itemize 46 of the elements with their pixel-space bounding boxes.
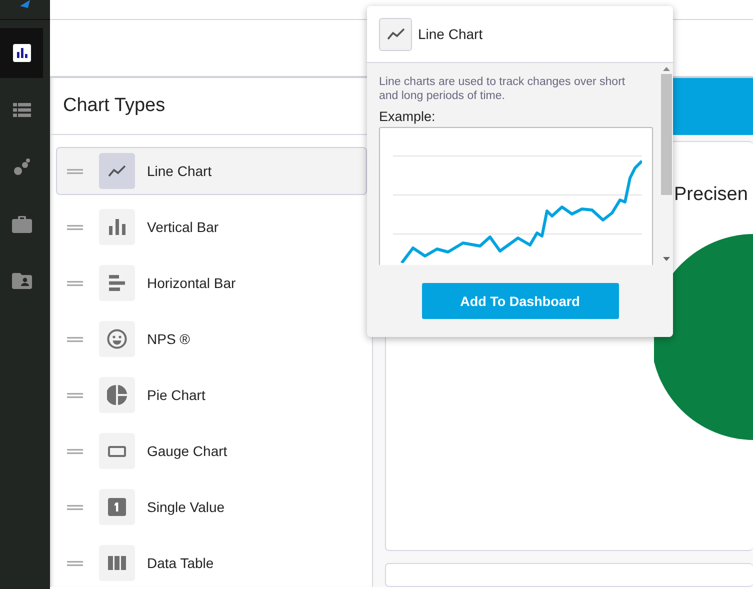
chart-type-item[interactable]: Vertical Bar — [56, 203, 367, 251]
chart-type-item[interactable]: NPS ® — [56, 315, 367, 363]
folder-person-icon — [12, 273, 32, 289]
line-chart-icon — [386, 28, 404, 40]
popover-title: Line Chart — [418, 26, 483, 42]
example-label: Example: — [379, 109, 436, 124]
smiley-icon — [107, 329, 127, 349]
scatter-icon — [12, 158, 30, 176]
chart-type-label: NPS ® — [147, 331, 190, 347]
chart-type-label: Single Value — [147, 499, 225, 515]
drag-handle-icon — [67, 280, 83, 286]
drag-handle-icon — [67, 560, 83, 566]
drag-handle-icon — [67, 168, 83, 174]
number-one-icon — [108, 498, 126, 516]
horizontal-bar-icon — [109, 275, 125, 291]
chart-description: Line charts are used to track changes over short and long periods of time. — [379, 75, 626, 103]
chart-type-label: Horizontal Bar — [147, 275, 236, 291]
briefcase-icon — [12, 215, 32, 233]
chart-type-label: Vertical Bar — [147, 219, 219, 235]
list-icon — [12, 103, 30, 117]
chart-type-label: Line Chart — [147, 163, 212, 179]
sidebar-item[interactable] — [0, 28, 43, 78]
drag-handle-icon — [67, 504, 83, 510]
scroll-down-arrow-icon[interactable] — [662, 257, 670, 261]
rectangle-icon — [108, 446, 126, 456]
logo-icon — [18, 0, 32, 8]
columns-icon — [108, 556, 126, 570]
chart-type-item[interactable]: Horizontal Bar — [56, 259, 367, 307]
scroll-up-arrow-icon[interactable] — [662, 67, 670, 71]
line-chart-icon — [108, 165, 126, 177]
drag-handle-icon — [67, 392, 83, 398]
chart-type-item[interactable]: Data Table — [56, 539, 367, 587]
chart-type-item[interactable]: Pie Chart — [56, 371, 367, 419]
drag-handle-icon — [67, 336, 83, 342]
bar-chart-icon — [12, 44, 30, 62]
chart-type-label: Data Table — [147, 555, 214, 571]
pie-chart-icon — [107, 385, 127, 405]
drag-handle-icon — [67, 224, 83, 230]
chart-type-item[interactable]: Line Chart — [56, 147, 367, 195]
chart-type-label: Pie Chart — [147, 387, 206, 403]
bar-chart-icon — [108, 219, 126, 235]
chart-type-label: Gauge Chart — [147, 443, 228, 459]
drag-handle-icon — [67, 448, 83, 454]
chart-title: Precisen — [674, 184, 748, 206]
chart-type-item[interactable]: Gauge Chart — [56, 427, 367, 475]
chart-type-item[interactable]: Single Value — [56, 483, 367, 531]
